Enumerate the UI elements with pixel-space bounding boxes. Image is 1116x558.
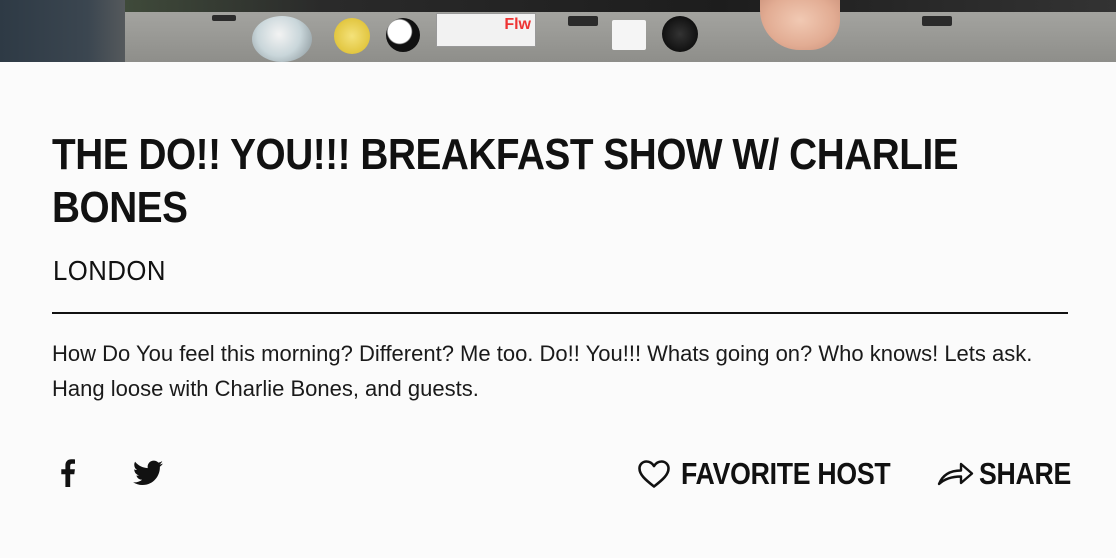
- share-button[interactable]: SHARE: [937, 456, 1086, 492]
- hero-sticker: [612, 20, 646, 50]
- hero-slot: [212, 15, 236, 21]
- favorite-host-label: FAVORITE HOST: [681, 456, 891, 491]
- share-label: SHARE: [979, 456, 1072, 491]
- hero-slot: [922, 16, 952, 26]
- facebook-icon: [61, 459, 75, 487]
- hero-image: Flw: [0, 0, 1116, 62]
- hero-slot: [568, 16, 598, 26]
- hero-sticker: [662, 16, 698, 52]
- show-title: THE DO!! YOU!!! BREAKFAST SHOW W/ CHARLI…: [52, 130, 959, 232]
- hero-sticker: [334, 18, 370, 54]
- facebook-share-button[interactable]: [56, 457, 80, 489]
- hero-sticker: [386, 18, 420, 52]
- hero-sticker: [252, 16, 312, 62]
- twitter-icon: [133, 460, 163, 485]
- hero-sticker-label: Flw: [436, 13, 536, 47]
- show-location: LONDON: [53, 255, 166, 286]
- hero-sticker-text: Flw: [504, 16, 531, 33]
- share-arrow-icon: [937, 462, 974, 486]
- hero-background-left: [0, 0, 125, 62]
- show-description: How Do You feel this morning? Different?…: [52, 341, 1033, 401]
- divider: [52, 312, 1068, 314]
- heart-icon: [638, 460, 670, 488]
- favorite-host-button[interactable]: FAVORITE HOST: [637, 456, 925, 492]
- twitter-share-button[interactable]: [132, 457, 164, 489]
